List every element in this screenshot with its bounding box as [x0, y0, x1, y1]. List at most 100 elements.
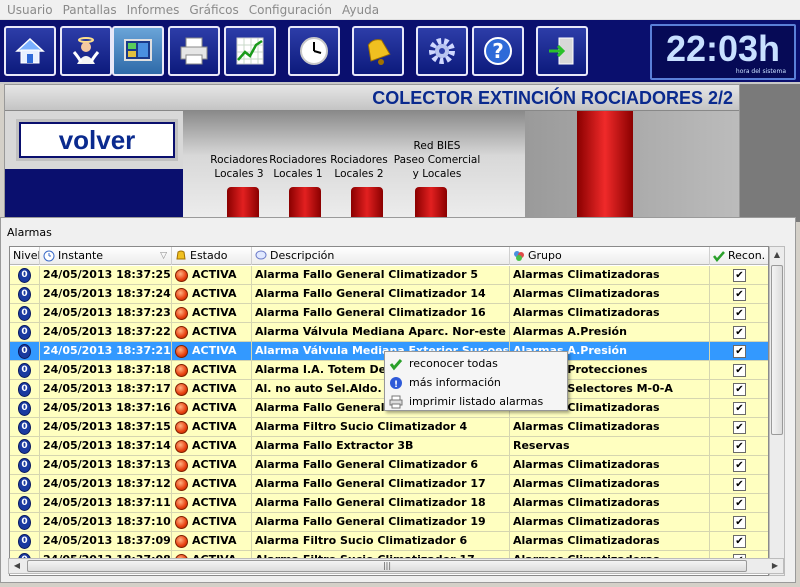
recon-checkbox[interactable]: ✔ [733, 325, 746, 339]
col-grupo[interactable]: Grupo [510, 247, 710, 265]
recon-checkbox[interactable]: ✔ [733, 268, 746, 282]
alarms-button[interactable] [352, 26, 404, 76]
estado-text: ACTIVA [192, 534, 237, 547]
menu-item-mas-informacion[interactable]: ! más información [385, 373, 567, 392]
sort-arrow-icon: ▽ [160, 251, 167, 261]
table-row[interactable]: 0 24/05/2013 18:37:24 ACTIVA Alarma Fallo G… [10, 285, 768, 304]
menu-graficos[interactable]: Gráficos [184, 3, 243, 17]
col-estado[interactable]: Estado [172, 247, 252, 265]
hscroll-thumb[interactable]: ||| [27, 560, 747, 572]
col-instante[interactable]: Instante ▽ [40, 247, 172, 265]
estado-text: ACTIVA [192, 458, 237, 471]
descripcion-cell: Alarma Fallo Extractor 3B [252, 437, 510, 455]
recon-checkbox[interactable]: ✔ [733, 420, 746, 434]
menu-usuario[interactable]: Usuario [2, 3, 58, 17]
help-button[interactable]: ? [472, 26, 524, 76]
clock-button[interactable] [288, 26, 340, 76]
print-button[interactable] [168, 26, 220, 76]
estado-cell: ACTIVA [172, 532, 252, 550]
group-icon [514, 251, 524, 261]
exit-button[interactable] [536, 26, 588, 76]
table-row[interactable]: 0 24/05/2013 18:37:12 ACTIVA Alarma Fallo G… [10, 475, 768, 494]
gear-icon [429, 38, 455, 64]
recon-checkbox[interactable]: ✔ [733, 344, 746, 358]
recon-checkbox[interactable]: ✔ [733, 306, 746, 320]
estado-text: ACTIVA [192, 401, 237, 414]
svg-text:!: ! [394, 380, 398, 390]
estado-text: ACTIVA [192, 268, 237, 281]
table-row[interactable]: 0 24/05/2013 18:37:15 ACTIVA Alarma Filtro … [10, 418, 768, 437]
home-button[interactable] [4, 26, 56, 76]
status-dot-icon [175, 306, 188, 320]
settings-button[interactable] [416, 26, 468, 76]
instante-cell: 24/05/2013 18:37:09 [40, 532, 172, 550]
table-body: 0 24/05/2013 18:37:25 ACTIVA Alarma Fallo G… [10, 266, 768, 570]
nivel-cell: 0 [10, 266, 40, 284]
recon-checkbox[interactable]: ✔ [733, 439, 746, 453]
screens-button[interactable] [112, 26, 164, 76]
chart-icon [236, 37, 264, 65]
menu-configuracion[interactable]: Configuración [244, 3, 337, 17]
col-nivel[interactable]: Nivel [10, 247, 40, 265]
recon-checkbox[interactable]: ✔ [733, 496, 746, 510]
table-row[interactable]: 0 24/05/2013 18:37:22 ACTIVA Alarma Válvula… [10, 323, 768, 342]
table-row[interactable]: 0 24/05/2013 18:37:10 ACTIVA Alarma Fallo G… [10, 513, 768, 532]
scroll-left-icon[interactable]: ◀ [9, 559, 25, 573]
estado-text: ACTIVA [192, 439, 237, 452]
scroll-thumb[interactable] [771, 265, 783, 435]
recon-checkbox[interactable]: ✔ [733, 458, 746, 472]
descripcion-cell: Alarma Válvula Mediana Aparc. Nor-este [252, 323, 510, 341]
estado-cell: ACTIVA [172, 475, 252, 493]
table-row[interactable]: 0 24/05/2013 18:37:09 ACTIVA Alarma Filtro … [10, 532, 768, 551]
col-recon[interactable]: Recon. [710, 247, 768, 265]
col-estado-label: Estado [190, 249, 228, 262]
recon-checkbox[interactable]: ✔ [733, 401, 746, 415]
clock-label: hora del sistema [735, 68, 786, 75]
grupo-cell: Alarmas Climatizadoras [510, 494, 710, 512]
instante-cell: 24/05/2013 18:37:25 [40, 266, 172, 284]
users-button[interactable] [60, 26, 112, 76]
scroll-right-icon[interactable]: ▶ [767, 559, 783, 573]
horizontal-scrollbar[interactable]: ◀ ||| ▶ [8, 558, 784, 574]
menu-item-imprimir-listado[interactable]: imprimir listado alarmas [385, 392, 567, 411]
menu-item-reconocer-todas[interactable]: reconocer todas [385, 354, 567, 373]
table-row[interactable]: 0 24/05/2013 18:37:13 ACTIVA Alarma Fallo G… [10, 456, 768, 475]
table-row[interactable]: 0 24/05/2013 18:37:25 ACTIVA Alarma Fallo G… [10, 266, 768, 285]
level-icon: 0 [18, 533, 31, 549]
scroll-up-icon[interactable]: ▲ [770, 247, 784, 263]
col-recon-label: Recon. [728, 249, 766, 262]
recon-checkbox[interactable]: ✔ [733, 363, 746, 377]
menu-informes[interactable]: Informes [122, 3, 185, 17]
estado-cell: ACTIVA [172, 399, 252, 417]
menu-pantallas[interactable]: Pantallas [58, 3, 122, 17]
printer-icon [389, 395, 403, 409]
back-button[interactable]: volver [16, 119, 178, 161]
estado-text: ACTIVA [192, 325, 237, 338]
instante-cell: 24/05/2013 18:37:23 [40, 304, 172, 322]
col-descripcion[interactable]: Descripción [252, 247, 510, 265]
nivel-cell: 0 [10, 532, 40, 550]
recon-checkbox[interactable]: ✔ [733, 287, 746, 301]
recon-checkbox[interactable]: ✔ [733, 382, 746, 396]
svg-text:?: ? [492, 39, 504, 63]
vertical-scrollbar[interactable]: ▲ ▼ [769, 246, 785, 576]
table-row[interactable]: 0 24/05/2013 18:37:11 ACTIVA Alarma Fallo G… [10, 494, 768, 513]
estado-text: ACTIVA [192, 382, 237, 395]
page-title: COLECTOR EXTINCIÓN ROCIADORES 2/2 [372, 88, 733, 108]
recon-checkbox[interactable]: ✔ [733, 515, 746, 529]
instante-cell: 24/05/2013 18:37:14 [40, 437, 172, 455]
table-header: Nivel Instante ▽ Estado Descripción Grup… [10, 247, 768, 265]
nivel-cell: 0 [10, 437, 40, 455]
table-row[interactable]: 0 24/05/2013 18:37:14 ACTIVA Alarma Fallo E… [10, 437, 768, 456]
table-row[interactable]: 0 24/05/2013 18:37:23 ACTIVA Alarma Fallo G… [10, 304, 768, 323]
grupo-cell: Alarmas Climatizadoras [510, 456, 710, 474]
recon-checkbox[interactable]: ✔ [733, 477, 746, 491]
charts-button[interactable] [224, 26, 276, 76]
pipe-label-locales-2: Rociadores Locales 2 [327, 153, 391, 181]
estado-text: ACTIVA [192, 477, 237, 490]
recon-checkbox[interactable]: ✔ [733, 534, 746, 548]
nivel-cell: 0 [10, 399, 40, 417]
pipe-label-locales-1: Rociadores Locales 1 [267, 153, 329, 181]
help-icon: ? [484, 37, 512, 65]
menu-ayuda[interactable]: Ayuda [337, 3, 384, 17]
